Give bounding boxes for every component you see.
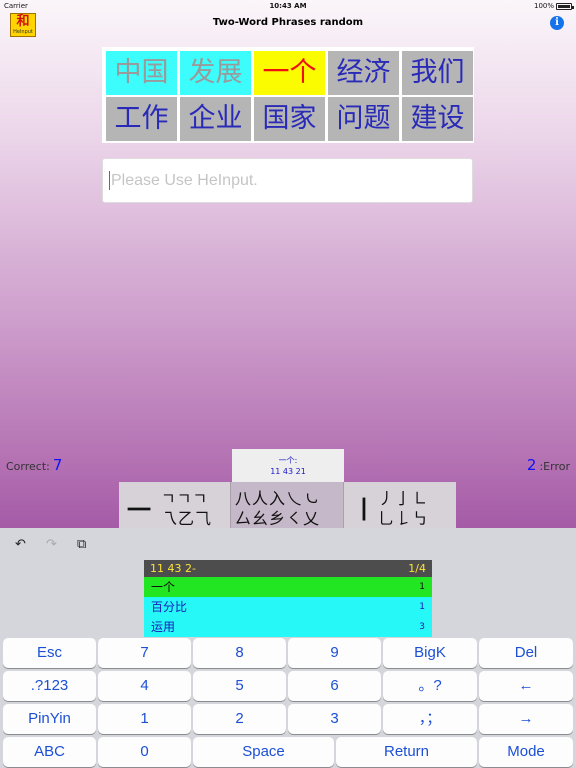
app-root: Carrier 10:43 AM 100% 和 HeInput Two-Word… [0,0,576,768]
phrase-cell-current[interactable]: 一个 [254,51,325,95]
candidate-item[interactable]: 一个 1 [144,577,432,597]
comma-key[interactable]: ，； [383,704,477,734]
error-counter: 2:Error [527,456,570,474]
phrase-cell[interactable]: 中国 [106,51,177,95]
candidate-header: 11 43 2- 1/4 [144,560,432,577]
correct-counter: Correct: 7 [6,456,62,474]
delete-key[interactable]: Del [479,638,573,668]
space-key[interactable]: Space [193,737,334,767]
status-bar: Carrier 10:43 AM 100% [0,0,576,12]
candidate-list: 11 43 2- 1/4 一个 1 百分比 1 运用 3 [144,560,432,637]
return-key[interactable]: Return [336,737,477,767]
key-1[interactable]: 1 [98,704,191,734]
key-9[interactable]: 9 [288,638,381,668]
battery-status: 100% [533,2,574,10]
candidate-index: 1 [419,602,425,612]
stroke-big: 丨 [352,495,376,524]
phrase-cell[interactable]: 企业 [180,97,251,141]
stroke-key-horizontal[interactable]: 一 ㄱㄱㄱ 乁乙⺄ [119,482,231,528]
candidate-index: 3 [419,622,425,632]
candidate-page: 1/4 [408,562,426,575]
phrase-cell[interactable]: 国家 [254,97,325,141]
bigk-key[interactable]: BigK [383,638,477,668]
esc-key[interactable]: Esc [3,638,96,668]
candidate-code: 11 43 2- [150,562,196,575]
stroke-variants-bottom: 乁乙⺄ [161,509,213,528]
input-placeholder: Please Use HeInput. [111,172,258,189]
phrase-cell[interactable]: 经济 [328,51,399,95]
keyboard: Esc 7 8 9 BigK Del .?123 4 5 6 。? ← PinY… [0,638,576,768]
stroke-big: 一 [127,495,151,524]
candidate-text: 百分比 [151,600,188,614]
answer-input[interactable]: Please Use HeInput. [102,158,473,203]
abc-key[interactable]: ABC [3,737,96,767]
mode-key[interactable]: Mode [479,737,573,767]
keyboard-area: ↶ ↷ ⧉ 11 43 2- 1/4 一个 1 百分比 1 运用 3 Esc 7… [0,528,576,768]
stroke-key-dot[interactable]: 八人入乀㇃ 厶幺乡㇛乂 [231,482,344,528]
right-arrow-key[interactable]: → [479,704,573,734]
key-6[interactable]: 6 [288,671,381,701]
candidate-item[interactable]: 运用 3 [144,617,432,637]
nav-bar: 和 HeInput Two-Word Phrases random i [0,12,576,37]
correct-label: Correct: [6,460,50,473]
key-3[interactable]: 3 [288,704,381,734]
left-arrow-key[interactable]: ← [479,671,573,701]
copy-icon[interactable]: ⧉ [77,537,86,552]
redo-icon[interactable]: ↷ [46,537,57,552]
error-label: :Error [539,460,570,473]
phrase-cell[interactable]: 发展 [180,51,251,95]
battery-percent: 100% [533,2,554,10]
phrase-cell[interactable]: 建设 [402,97,473,141]
phrase-cell[interactable]: 问题 [328,97,399,141]
candidate-index: 1 [419,582,425,592]
phrase-grid: 中国 发展 一个 经济 我们 工作 企业 国家 问题 建设 [102,47,474,143]
key-7[interactable]: 7 [98,638,191,668]
keyboard-toolbar: ↶ ↷ ⧉ [0,528,576,562]
punctuation-key[interactable]: 。? [383,671,477,701]
status-time: 10:43 AM [269,2,307,10]
hint-code: 11 43 21 [270,467,306,476]
stroke-key-vertical[interactable]: 丨 丿亅㇗ 乚𠄌㇉ [344,482,456,528]
correct-value: 7 [52,456,63,474]
pinyin-key[interactable]: PinYin [3,704,96,734]
battery-icon [556,2,574,10]
error-value: 2 [526,456,537,474]
key-0[interactable]: 0 [98,737,191,767]
stroke-hint-popup: 一个: 11 43 21 [232,449,344,483]
candidate-text: 一个 [151,580,176,594]
candidate-text: 运用 [151,620,176,634]
info-icon[interactable]: i [550,16,564,30]
stroke-variants-bottom: 厶幺乡㇛乂 [235,509,321,528]
phrase-cell[interactable]: 工作 [106,97,177,141]
key-8[interactable]: 8 [193,638,286,668]
text-caret [109,171,110,191]
key-5[interactable]: 5 [193,671,286,701]
stroke-strip: 一 ㄱㄱㄱ 乁乙⺄ 八人入乀㇃ 厶幺乡㇛乂 丨 丿亅㇗ 乚𠄌㇉ [119,482,456,528]
undo-icon[interactable]: ↶ [15,537,26,552]
phrase-cell[interactable]: 我们 [402,51,473,95]
key-4[interactable]: 4 [98,671,191,701]
hint-phrase: 一个: [278,456,298,465]
page-title: Two-Word Phrases random [212,17,364,28]
candidate-item[interactable]: 百分比 1 [144,597,432,617]
logo-text: HeInput [13,29,33,35]
stroke-variants-bottom: 乚𠄌㇉ [378,509,430,528]
symbols-key[interactable]: .?123 [3,671,96,701]
key-2[interactable]: 2 [193,704,286,734]
